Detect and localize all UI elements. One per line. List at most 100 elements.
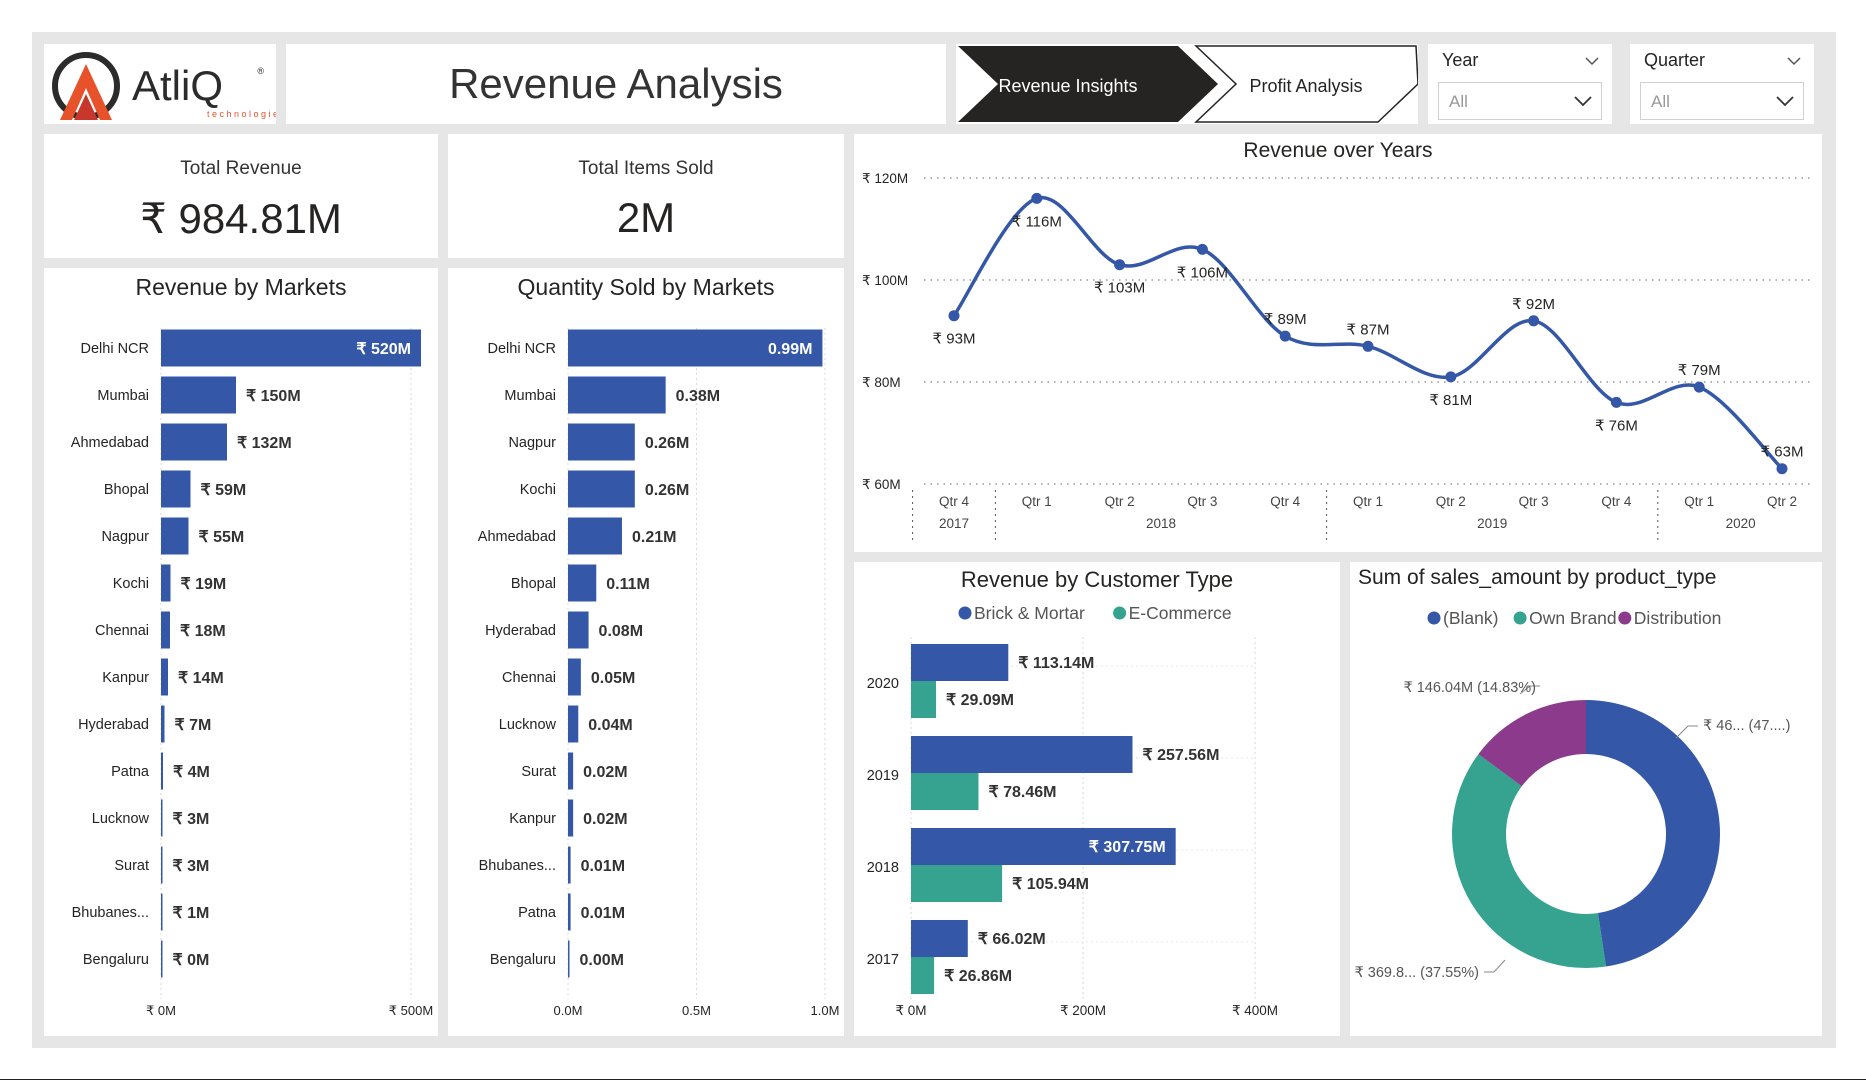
bar[interactable] [161, 517, 189, 555]
bar[interactable] [911, 920, 968, 957]
legend-marker [958, 606, 972, 620]
tab-revenue-insights-label: Revenue Insights [998, 76, 1137, 96]
category-label: Bengaluru [83, 952, 149, 968]
data-point[interactable] [1528, 315, 1540, 327]
bar[interactable] [161, 564, 171, 602]
category-label: Patna [518, 905, 557, 921]
chevron-down-icon [1776, 96, 1794, 107]
quarter-dropdown[interactable]: All [1640, 82, 1804, 120]
total-items-label: Total Items Sold [578, 158, 714, 179]
donut-slice[interactable] [1452, 754, 1606, 968]
bar[interactable] [568, 376, 666, 414]
bar[interactable] [161, 705, 165, 743]
data-point[interactable] [1445, 371, 1457, 383]
atliq-logo-icon: AtliQ ® technologies [52, 52, 276, 120]
year-dropdown[interactable]: All [1438, 82, 1602, 120]
category-label: Mumbai [97, 388, 149, 404]
x-tick-label: Qtr 2 [1105, 494, 1135, 509]
bar[interactable] [568, 423, 635, 461]
bar[interactable] [568, 940, 570, 978]
data-label: 0.38M [676, 388, 720, 405]
category-label: Ahmedabad [71, 435, 149, 451]
bar[interactable] [568, 799, 574, 837]
data-point[interactable] [1196, 243, 1208, 255]
bar[interactable] [568, 658, 581, 696]
tab-panel: Revenue Insights Profit Analysis [956, 44, 1418, 124]
bar[interactable] [568, 611, 589, 649]
category-label: Bhopal [511, 576, 556, 592]
donut-slice[interactable] [1586, 700, 1720, 967]
data-point[interactable] [1693, 381, 1705, 393]
customer-type-chart: Brick & Mortar E-Commerce ₹ 0M ₹ 200M ₹ 400M… [867, 603, 1278, 1018]
x-tick-label: ₹ 500M [389, 1003, 433, 1018]
bar[interactable] [161, 376, 236, 414]
data-point[interactable] [1776, 463, 1788, 475]
data-label: 0.99M [768, 341, 812, 358]
bar[interactable] [161, 658, 168, 696]
data-label: 0.01M [581, 905, 625, 922]
bar[interactable] [161, 893, 163, 931]
x-tick-label: Qtr 1 [1684, 494, 1714, 509]
quantity-by-markets-panel: Quantity Sold by Markets 0.0M 0.5M 1.0M Del… [448, 268, 844, 1036]
data-label: ₹ 103M [1094, 280, 1145, 297]
legend-label: Own Brand [1529, 608, 1617, 628]
category-label: Surat [521, 764, 556, 780]
data-point[interactable] [1114, 259, 1126, 271]
bar[interactable] [911, 865, 1003, 902]
revenue-over-years-panel: Revenue over Years ₹ 120M ₹ 100M ₹ 80M ₹ 60… [854, 134, 1822, 552]
bar[interactable] [911, 773, 979, 810]
data-label: ₹ 76M [1595, 417, 1638, 434]
x-tick-label: ₹ 400M [1232, 1003, 1278, 1018]
bar[interactable] [568, 470, 635, 508]
category-label: 2017 [867, 952, 899, 968]
data-point[interactable] [1610, 396, 1622, 408]
bar[interactable] [911, 644, 1009, 681]
chevron-down-icon [1574, 96, 1592, 107]
bar[interactable] [911, 681, 937, 718]
bar[interactable] [568, 564, 597, 602]
bar[interactable] [161, 611, 170, 649]
bar[interactable] [911, 957, 935, 994]
category-label: Lucknow [499, 717, 557, 733]
data-label: ₹ 307.75M [1089, 839, 1166, 856]
chevron-down-icon[interactable] [1786, 56, 1802, 66]
bar[interactable] [568, 846, 571, 884]
bar[interactable] [161, 470, 191, 508]
data-label: ₹ 79M [1678, 362, 1721, 379]
bar[interactable] [568, 705, 579, 743]
bar[interactable] [568, 893, 571, 931]
legend-marker [1113, 606, 1127, 620]
y-tick-label: ₹ 80M [862, 375, 901, 390]
bar[interactable] [161, 423, 227, 461]
quarter-filter[interactable]: Quarter All [1630, 44, 1814, 124]
bar[interactable] [161, 846, 163, 884]
category-label: Kochi [113, 576, 149, 592]
data-point[interactable] [1362, 340, 1374, 352]
category-label: Delhi NCR [488, 341, 557, 357]
bar[interactable] [161, 940, 163, 978]
bar[interactable] [161, 752, 163, 790]
bar[interactable] [161, 799, 163, 837]
data-point[interactable] [1279, 330, 1291, 342]
legend-label: Brick & Mortar [974, 603, 1085, 623]
chevron-down-icon[interactable] [1584, 56, 1600, 66]
x-tick-label: 0.5M [682, 1003, 711, 1018]
total-items-card: Total Items Sold 2M [448, 134, 844, 258]
bar[interactable] [568, 752, 574, 790]
quarter-filter-label: Quarter [1644, 50, 1706, 70]
category-label: Chennai [502, 670, 556, 686]
tab-profit-analysis-label: Profit Analysis [1249, 76, 1362, 96]
legend-label: (Blank) [1443, 608, 1498, 628]
total-revenue-label: Total Revenue [180, 158, 302, 179]
data-label: 0.26M [645, 482, 689, 499]
bar[interactable] [911, 736, 1133, 773]
legend-label: Distribution [1634, 608, 1722, 628]
total-items-value: 2M [616, 194, 676, 241]
data-point[interactable] [1031, 192, 1043, 204]
data-label: ₹ 93M [933, 331, 976, 348]
data-label: ₹ 92M [1512, 296, 1555, 313]
data-point[interactable] [948, 310, 960, 322]
bar[interactable] [568, 517, 622, 555]
logo-text: AtliQ [132, 62, 223, 109]
year-filter[interactable]: Year All [1428, 44, 1612, 124]
